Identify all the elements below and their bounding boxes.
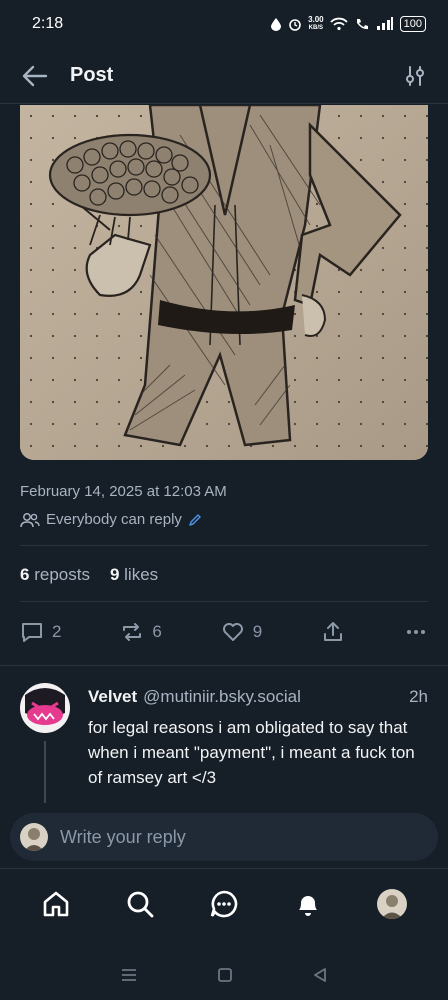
post-date: February 14, 2025 at 12:03 AM	[20, 483, 227, 500]
status-time: 2:18	[32, 15, 64, 32]
menu-icon[interactable]	[120, 967, 138, 983]
reply-settings[interactable]: Everybody can reply	[20, 511, 202, 528]
reply-time: 2h	[409, 687, 428, 706]
like-count: 9	[252, 622, 263, 641]
page-title: Post	[70, 64, 114, 86]
profile-avatar[interactable]	[377, 888, 407, 919]
reply-button[interactable]: 2	[20, 620, 61, 644]
pencil-icon[interactable]	[188, 513, 202, 527]
share-icon	[324, 622, 343, 641]
wifi-icon	[329, 17, 348, 31]
home-icon[interactable]	[41, 889, 71, 919]
like-button[interactable]: 9	[221, 620, 262, 644]
drop-icon	[271, 18, 282, 31]
chat-icon[interactable]	[209, 889, 239, 919]
sliders-icon[interactable]	[404, 65, 426, 87]
search-icon[interactable]	[125, 889, 155, 919]
comment-icon	[22, 623, 42, 642]
reply-count: 2	[52, 622, 62, 641]
reply-text: for legal reasons i am obligated to say …	[88, 718, 415, 787]
back-triangle-icon[interactable]	[312, 967, 328, 983]
repost-icon	[123, 623, 142, 641]
avatar[interactable]	[20, 683, 70, 733]
wifi-call-icon	[356, 19, 368, 30]
divider	[20, 545, 428, 546]
divider	[20, 601, 428, 602]
post-image[interactable]	[20, 105, 428, 460]
repost-count: 6	[152, 622, 162, 641]
author-handle[interactable]: @mutiniir.bsky.social	[143, 687, 409, 707]
sketch-image	[20, 105, 428, 460]
battery-indicator: 100	[399, 16, 426, 32]
reposts-stat[interactable]: 6 reposts	[20, 565, 90, 585]
thread-line	[44, 741, 46, 803]
bell-icon[interactable]	[293, 889, 323, 919]
heart-icon	[222, 623, 243, 641]
author-name[interactable]: Velvet	[88, 687, 137, 707]
more-options-button[interactable]	[404, 620, 428, 644]
people-icon	[20, 512, 40, 527]
divider	[0, 665, 448, 666]
system-navigation	[0, 950, 448, 1000]
my-avatar	[20, 823, 48, 851]
likes-stat[interactable]: 9 likes	[110, 565, 158, 585]
post-stats: 6 reposts 9 likes	[20, 565, 158, 585]
share-button[interactable]	[321, 620, 345, 644]
reply-body: Velvet @mutiniir.bsky.social 2h for lega…	[88, 687, 428, 790]
post-header: Post	[0, 48, 448, 104]
more-icon	[406, 630, 425, 634]
alarm-icon	[289, 19, 301, 31]
arrow-left-icon[interactable]	[22, 65, 48, 87]
reply-composer[interactable]: Write your reply	[10, 813, 438, 861]
bottom-tab-bar	[0, 868, 448, 938]
post-actions: 2 6 9	[20, 617, 428, 647]
reply-input-placeholder[interactable]: Write your reply	[60, 827, 186, 848]
signal-icon	[376, 17, 393, 30]
net-speed: 3.00 KB/S	[308, 15, 324, 32]
avatar-image	[20, 683, 70, 733]
post-thread[interactable]: February 14, 2025 at 12:03 AM Everybody …	[0, 105, 448, 803]
status-icons: 3.00 KB/S 100	[270, 16, 426, 32]
reply-setting-label: Everybody can reply	[46, 511, 182, 528]
status-bar: 2:18 3.00 KB/S 100	[0, 0, 448, 48]
repost-button[interactable]: 6	[120, 620, 162, 644]
home-square-icon[interactable]	[217, 967, 233, 983]
